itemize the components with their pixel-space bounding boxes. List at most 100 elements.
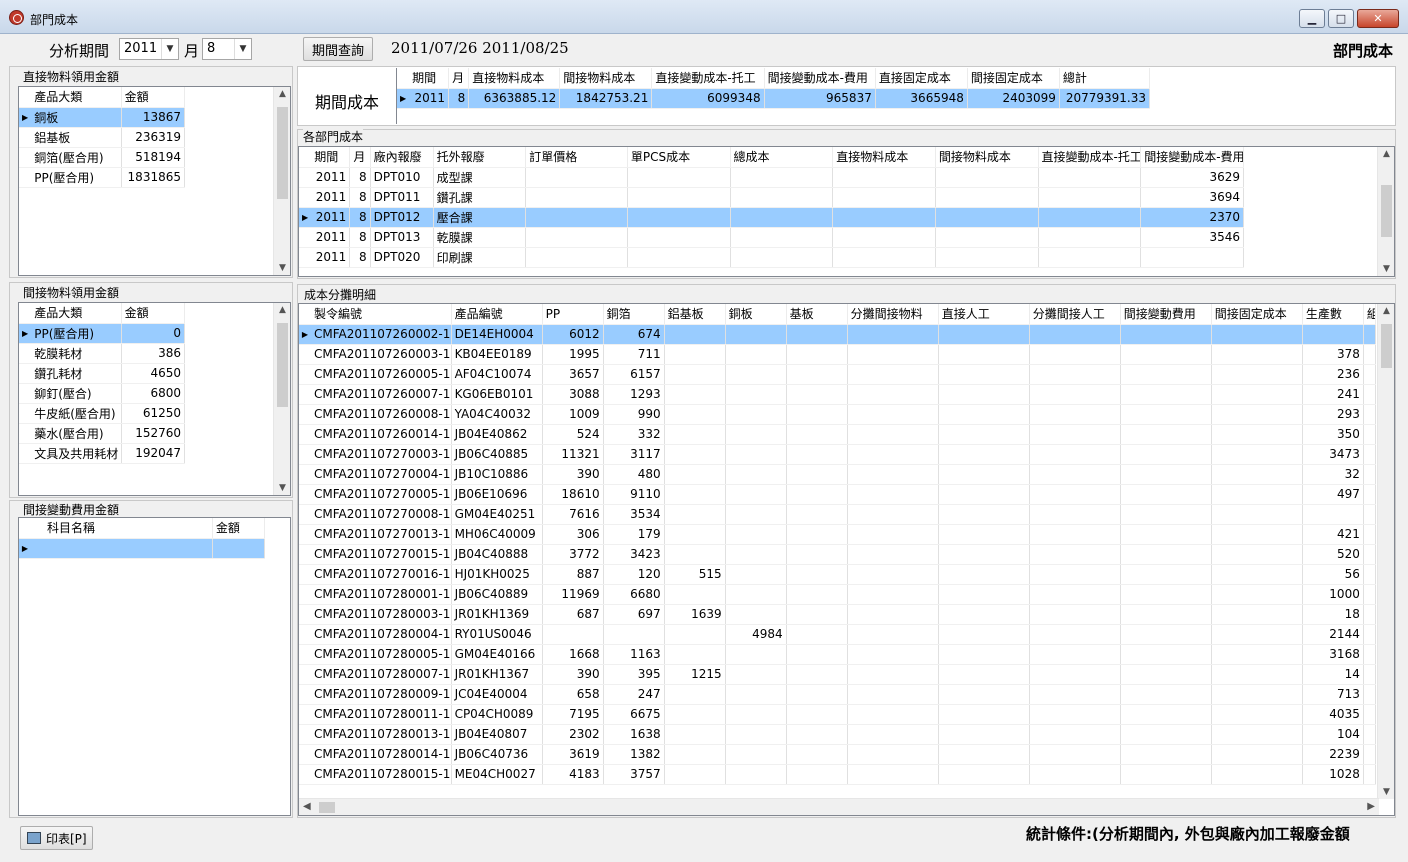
column-header[interactable]: 間接物料成本	[935, 147, 1039, 168]
indirect-variable-grid[interactable]: 科目名稱 金額 ▶	[18, 517, 291, 816]
allocation-grid[interactable]: 製令編號 產品編號 PP 銅箔 鋁基板 銅板 基板 分攤間接物料 直接人工 分攤間接人工 間接變動費…	[298, 303, 1395, 816]
table-row[interactable]: CMFA201107270005-1 JB06E10696 18610 9110 497	[299, 484, 1377, 505]
table-row[interactable]: 文具及共用耗材 192047	[19, 443, 186, 464]
table-row[interactable]: 乾膜耗材 386	[19, 343, 186, 364]
month-select[interactable]: 8 ▼	[202, 38, 252, 60]
table-row[interactable]: CMFA201107280011-1 CP04CH0089 7195 6675 4035	[299, 704, 1377, 725]
column-header[interactable]: 製令編號	[311, 304, 452, 325]
column-header[interactable]: 托外報廢	[433, 147, 527, 168]
column-header[interactable]: 科目名稱	[31, 518, 213, 539]
column-header[interactable]: 金額	[212, 518, 266, 539]
table-row[interactable]: CMFA201107270016-1 HJ01KH0025 887 120 515 56	[299, 564, 1377, 585]
scroll-right-icon[interactable]: ▶	[1367, 801, 1375, 812]
table-row[interactable]: 2011 8 DPT020 印刷課	[299, 247, 1244, 268]
table-row[interactable]: CMFA201107260007-1 KG06EB0101 3088 1293 241	[299, 384, 1377, 405]
column-header[interactable]: 廠內報廢	[370, 147, 434, 168]
table-row[interactable]: CMFA201107280015-1 ME04CH0027 4183 3757 1028	[299, 764, 1377, 785]
table-row[interactable]: 藥水(壓合用) 152760	[19, 423, 186, 444]
column-header[interactable]: 期間	[409, 68, 450, 89]
table-row[interactable]: CMFA201107280003-1 JR01KH1369 687 697 1639 18	[299, 604, 1377, 625]
vertical-scrollbar[interactable]: ▲ ▼	[273, 87, 290, 275]
column-header[interactable]: 直接變動成本-托工	[651, 68, 765, 89]
table-row[interactable]: CMFA201107270004-1 JB10C10886 390 480 32	[299, 464, 1377, 485]
column-header[interactable]: 產品編號	[451, 304, 543, 325]
scroll-down-icon[interactable]: ▼	[274, 483, 290, 493]
table-row[interactable]: CMFA201107260008-1 YA04C40032 1009 990 293	[299, 404, 1377, 425]
column-header[interactable]: 間接固定成本	[1211, 304, 1303, 325]
dept-cost-grid[interactable]: 期間月廠內報廢 托外報廢 訂單價格 單PCS成本 總成本 直接物料成本 間接物料成本 直接變動…	[298, 146, 1395, 277]
table-row[interactable]: 鋁基板 236319	[19, 127, 186, 148]
table-row[interactable]: ▶ CMFA201107260002-1 DE14EH0004 6012 674	[299, 324, 1377, 345]
column-header[interactable]: 直接物料成本	[468, 68, 561, 89]
table-row[interactable]: 牛皮紙(壓合用) 61250	[19, 403, 186, 424]
scroll-up-icon[interactable]: ▲	[1378, 306, 1394, 316]
table-row[interactable]: CMFA201107280005-1 GM04E40166 1668 1163 3168	[299, 644, 1377, 665]
table-row[interactable]: 鉚釘(壓合) 6800	[19, 383, 186, 404]
column-header[interactable]: 基板	[786, 304, 848, 325]
column-header[interactable]: 分攤間接人工	[1029, 304, 1121, 325]
column-header[interactable]: 間接固定成本	[967, 68, 1060, 89]
table-row[interactable]: CMFA201107280014-1 JB06C40736 3619 1382 2239	[299, 744, 1377, 765]
table-row[interactable]: ▶ 2011 8 6363885.12 1842753.21 6099348 965837 3…	[397, 88, 1151, 109]
column-header[interactable]: 銅箔	[603, 304, 665, 325]
table-row[interactable]: 2011 8 DPT010 成型課 3629	[299, 167, 1244, 188]
scroll-thumb[interactable]	[319, 802, 335, 813]
indirect-material-grid[interactable]: 產品大類 金額 ▶ PP(壓合用) 0 乾膜耗材 386 鑽孔耗材 4650 鉚釘(壓合) 6800…	[18, 302, 291, 496]
column-header[interactable]: 銅板	[725, 304, 787, 325]
scroll-thumb[interactable]	[1381, 324, 1392, 368]
minimize-button[interactable]: ▁	[1299, 9, 1325, 28]
table-row[interactable]: 鑽孔耗材 4650	[19, 363, 186, 384]
table-row[interactable]: ▶ 2011 8 DPT012 壓合課 2370	[299, 207, 1244, 228]
vertical-scrollbar[interactable]: ▲ ▼	[1377, 304, 1394, 799]
scroll-up-icon[interactable]: ▲	[1378, 149, 1394, 159]
column-header[interactable]: 間接物料成本	[559, 68, 653, 89]
scroll-left-icon[interactable]: ◀	[303, 801, 311, 812]
table-row[interactable]: ▶ PP(壓合用) 0	[19, 323, 186, 344]
scroll-thumb[interactable]	[1381, 185, 1392, 237]
scroll-up-icon[interactable]: ▲	[274, 305, 290, 315]
vertical-scrollbar[interactable]: ▲ ▼	[273, 303, 290, 495]
print-button[interactable]: 印表[P]	[20, 826, 93, 850]
column-header[interactable]: 產品大類	[31, 303, 122, 324]
column-header[interactable]: 間接變動成本-費用	[764, 68, 876, 89]
column-header[interactable]: 直接物料成本	[832, 147, 936, 168]
column-header[interactable]: 直接固定成本	[875, 68, 968, 89]
period-query-button[interactable]: 期間查詢	[303, 37, 373, 61]
column-header[interactable]: 組	[1363, 304, 1377, 325]
direct-material-grid[interactable]: 產品大類 金額 ▶ 銅板 13867 鋁基板 236319 銅箔(壓合用) 518194 PP(壓…	[18, 86, 291, 276]
table-row[interactable]: 2011 8 DPT013 乾膜課 3546	[299, 227, 1244, 248]
scroll-thumb[interactable]	[277, 323, 288, 407]
scroll-thumb[interactable]	[277, 107, 288, 199]
column-header[interactable]: 月	[448, 68, 470, 89]
column-header[interactable]: 金額	[121, 303, 186, 324]
table-row[interactable]: ▶ 銅板 13867	[19, 107, 186, 128]
table-row[interactable]: ▶	[19, 538, 266, 559]
period-cost-grid[interactable]: 期間月直接物料成本 間接物料成本 直接變動成本-托工 間接變動成本-費用 直接固定成本間…	[396, 68, 1395, 124]
table-row[interactable]: CMFA201107280004-1 RY01US0046 4984 2144	[299, 624, 1377, 645]
table-row[interactable]: CMFA201107270013-1 MH06C40009 306 179 421	[299, 524, 1377, 545]
column-header[interactable]: 間接變動成本-費用	[1140, 147, 1244, 168]
table-row[interactable]: 銅箔(壓合用) 518194	[19, 147, 186, 168]
column-header[interactable]: 直接變動成本-托工	[1038, 147, 1142, 168]
column-header[interactable]: 直接人工	[938, 304, 1030, 325]
year-select[interactable]: 2011 ▼	[119, 38, 179, 60]
column-header[interactable]: 訂單價格	[525, 147, 628, 168]
table-row[interactable]: PP(壓合用) 1831865	[19, 167, 186, 188]
table-row[interactable]: CMFA201107260003-1 KB04EE0189 1995 711 378	[299, 344, 1377, 365]
table-row[interactable]: CMFA201107280001-1 JB06C40889 11969 6680 100…	[299, 584, 1377, 605]
column-header[interactable]: 產品大類	[31, 87, 122, 108]
table-row[interactable]: CMFA201107260005-1 AF04C10074 3657 6157 236	[299, 364, 1377, 385]
column-header[interactable]: PP	[542, 304, 604, 325]
column-header[interactable]: 總計	[1059, 68, 1151, 89]
column-header[interactable]: 鋁基板	[664, 304, 726, 325]
column-header[interactable]: 月	[349, 147, 371, 168]
column-header[interactable]: 分攤間接物料	[847, 304, 939, 325]
column-header[interactable]: 期間	[311, 147, 351, 168]
scroll-down-icon[interactable]: ▼	[1378, 264, 1394, 274]
table-row[interactable]: CMFA201107260014-1 JB04E40862 524 332 350	[299, 424, 1377, 445]
table-row[interactable]: CMFA201107270008-1 GM04E40251 7616 3534	[299, 504, 1377, 525]
table-row[interactable]: CMFA201107280013-1 JB04E40807 2302 1638 104	[299, 724, 1377, 745]
table-row[interactable]: CMFA201107270015-1 JB04C40888 3772 3423 520	[299, 544, 1377, 565]
table-row[interactable]: CMFA201107270003-1 JB06C40885 11321 3117 347…	[299, 444, 1377, 465]
column-header[interactable]: 總成本	[730, 147, 834, 168]
